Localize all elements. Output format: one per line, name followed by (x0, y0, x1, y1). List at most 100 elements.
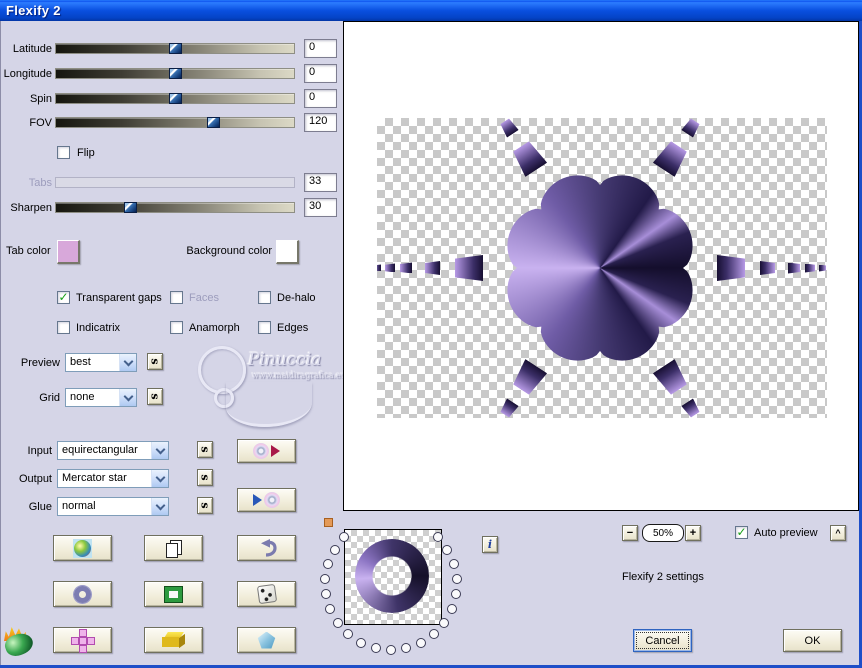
longitude-value-field[interactable]: 0 (304, 64, 337, 83)
preview-select[interactable]: best (65, 353, 137, 372)
dial-dot[interactable] (325, 604, 336, 615)
dial-dot[interactable] (415, 637, 426, 648)
dial-dot[interactable] (432, 532, 443, 543)
flip-label: Flip (77, 147, 95, 159)
auto-preview-label: Auto preview (754, 527, 818, 539)
ray-segment (455, 255, 483, 281)
dial-dot[interactable] (451, 573, 462, 584)
preview-combo-label: Preview (20, 357, 60, 369)
undo-button[interactable] (237, 535, 296, 561)
ray-segment (499, 398, 519, 418)
dial-dot[interactable] (442, 544, 453, 555)
chevron-down-icon[interactable] (151, 470, 168, 487)
de-halo-label: De-halo (277, 292, 316, 304)
dial-dot[interactable] (386, 645, 396, 655)
zoom-out-button[interactable]: − (622, 525, 638, 541)
crystal-button[interactable] (237, 627, 296, 653)
ray-segment (805, 263, 815, 273)
faces-label: Faces (189, 292, 219, 304)
chevron-down-icon[interactable] (119, 354, 136, 371)
sharpen-slider[interactable] (55, 202, 295, 213)
input-combo-label: Input (27, 445, 52, 457)
random-button[interactable] (237, 581, 296, 607)
chevron-down-icon[interactable] (151, 442, 168, 459)
dial-dot[interactable] (323, 558, 334, 569)
grid-seed-button[interactable]: s (147, 388, 163, 405)
title-bar[interactable]: Flexify 2 (0, 0, 862, 21)
sharpen-slider-handle[interactable] (123, 202, 137, 213)
spin-slider-handle[interactable] (169, 93, 182, 104)
edges-checkbox[interactable] (258, 321, 271, 334)
cube-net-button[interactable] (53, 627, 112, 653)
latitude-slider[interactable] (55, 43, 295, 54)
dial-dot[interactable] (439, 617, 450, 628)
longitude-slider[interactable] (55, 68, 295, 79)
brick-button[interactable] (144, 627, 203, 653)
torus-button[interactable] (53, 581, 112, 607)
dial-dot[interactable] (332, 617, 343, 628)
ray-segment (788, 262, 800, 274)
fov-value-field[interactable]: 120 (304, 113, 337, 132)
background-color-swatch[interactable] (276, 240, 299, 264)
latitude-value-field[interactable]: 0 (304, 39, 337, 58)
ray-segment (510, 139, 547, 177)
thumbnail-preview[interactable] (344, 529, 442, 625)
dial-marker[interactable] (324, 518, 333, 527)
dial-dot[interactable] (370, 643, 381, 654)
grid-select[interactable]: none (65, 388, 137, 407)
tab-color-swatch[interactable] (57, 240, 80, 264)
watermark-flourish (226, 382, 312, 427)
chevron-down-icon[interactable] (119, 389, 136, 406)
sharpen-value-field[interactable]: 30 (304, 198, 337, 217)
dial-dot[interactable] (320, 573, 331, 584)
dial-dot[interactable] (448, 558, 459, 569)
info-button[interactable]: i (482, 536, 498, 553)
info-icon: i (487, 538, 493, 551)
input-seed-button[interactable]: s (197, 441, 213, 458)
frame-button[interactable] (144, 581, 203, 607)
flaming-pear-logo[interactable] (2, 626, 44, 660)
auto-preview-checkbox[interactable]: ✓ (735, 526, 748, 539)
output-seed-button[interactable]: s (197, 469, 213, 486)
dial-dot[interactable] (356, 637, 367, 648)
cd-icon (264, 492, 280, 508)
dial-dot[interactable] (401, 643, 412, 654)
transparent-gaps-checkbox[interactable]: ✓ (57, 291, 70, 304)
preview-canvas[interactable] (343, 21, 859, 511)
fov-slider[interactable] (55, 117, 295, 128)
spin-value-field[interactable]: 0 (304, 89, 337, 108)
dial-dot[interactable] (329, 544, 340, 555)
cancel-button[interactable]: Cancel (633, 629, 692, 652)
output-select[interactable]: Mercator star (57, 469, 169, 488)
dial-dot[interactable] (343, 629, 354, 640)
fov-slider-handle[interactable] (207, 117, 221, 128)
dial-dot[interactable] (451, 589, 462, 600)
glue-seed-button[interactable]: s (197, 497, 213, 514)
output-select-value: Mercator star (62, 472, 127, 484)
zoom-in-button[interactable]: + (685, 525, 701, 541)
de-halo-checkbox[interactable] (258, 291, 271, 304)
flip-checkbox[interactable] (57, 146, 70, 159)
load-image-button[interactable] (237, 439, 296, 463)
preview-seed-button[interactable]: s (147, 353, 163, 370)
globe-button[interactable] (53, 535, 112, 561)
latitude-slider-handle[interactable] (169, 43, 182, 54)
ok-button[interactable]: OK (783, 629, 842, 652)
fov-label: FOV (29, 117, 52, 129)
collapse-button[interactable]: ^ (830, 525, 846, 541)
dial-dot[interactable] (446, 604, 457, 615)
input-select[interactable]: equirectangular (57, 441, 169, 460)
glue-select[interactable]: normal (57, 497, 169, 516)
save-image-button[interactable] (237, 488, 296, 512)
copy-button[interactable] (144, 535, 203, 561)
indicatrix-checkbox[interactable] (57, 321, 70, 334)
brick-icon (161, 632, 186, 649)
dial-dot[interactable] (428, 629, 439, 640)
tabs-value-field[interactable]: 33 (304, 173, 337, 192)
chevron-down-icon[interactable] (151, 498, 168, 515)
anamorph-checkbox[interactable] (170, 321, 183, 334)
longitude-slider-handle[interactable] (169, 68, 182, 79)
spin-slider[interactable] (55, 93, 295, 104)
dial-dot[interactable] (320, 589, 331, 600)
zoom-level-display[interactable]: 50% (642, 524, 684, 542)
